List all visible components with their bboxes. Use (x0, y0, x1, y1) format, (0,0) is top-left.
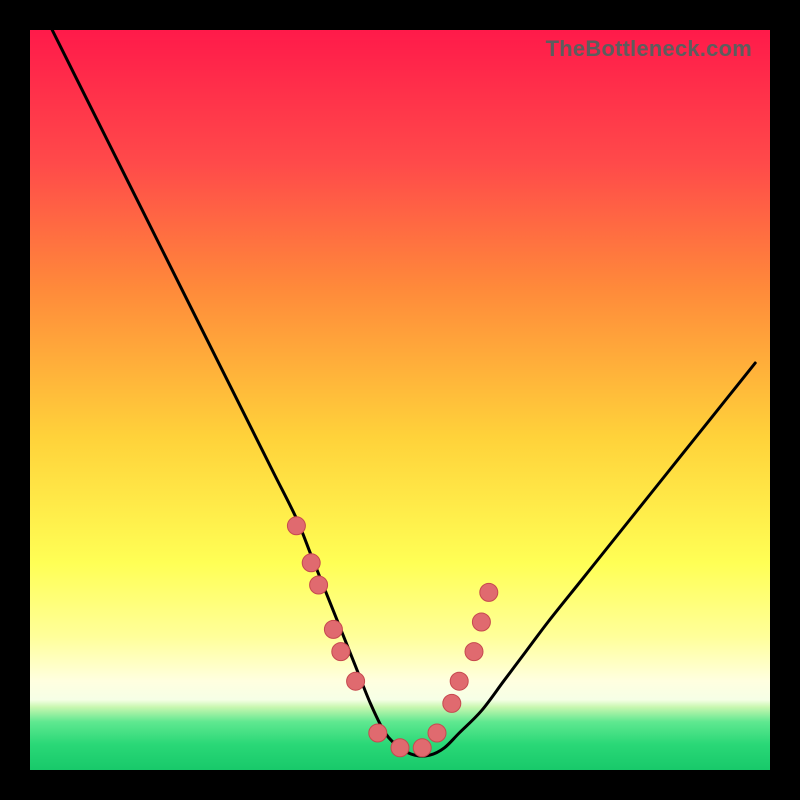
plot-area: TheBottleneck.com (30, 30, 770, 770)
chart-svg (30, 30, 770, 770)
marker-point (369, 724, 387, 742)
marker-point (347, 672, 365, 690)
marker-point (302, 554, 320, 572)
marker-point (450, 672, 468, 690)
marker-point (391, 739, 409, 757)
marker-point (472, 613, 490, 631)
bottleneck-curve (52, 30, 755, 756)
marker-point (480, 583, 498, 601)
marker-point (324, 620, 342, 638)
chart-frame: TheBottleneck.com (0, 0, 800, 800)
marker-point (310, 576, 328, 594)
marker-point (287, 517, 305, 535)
marker-point (428, 724, 446, 742)
marker-point (332, 643, 350, 661)
marker-point (465, 643, 483, 661)
marker-point (443, 694, 461, 712)
marker-point (413, 739, 431, 757)
sample-markers (287, 517, 497, 757)
watermark-text: TheBottleneck.com (546, 36, 752, 62)
